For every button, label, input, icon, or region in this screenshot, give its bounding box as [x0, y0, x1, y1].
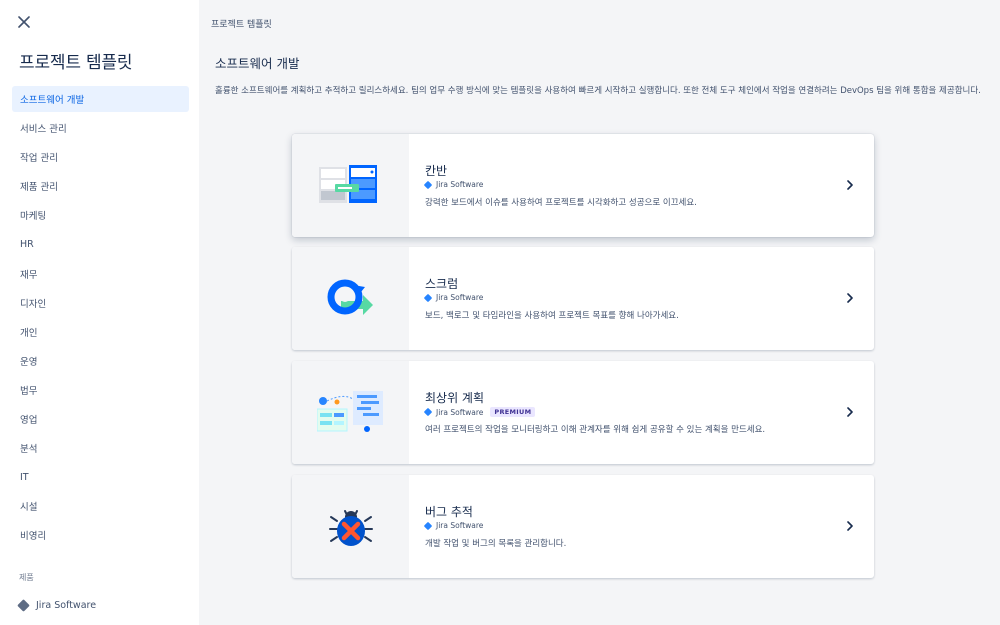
nav-item-sales[interactable]: 영업 — [12, 406, 189, 432]
jira-logo-icon — [423, 521, 433, 530]
chevron-right-icon — [844, 519, 856, 533]
page-title: 소프트웨어 개발 — [215, 56, 300, 71]
nav-item-work-management[interactable]: 작업 관리 — [12, 144, 189, 170]
chevron-right-icon — [844, 405, 856, 419]
card-description: 개발 작업 및 버그의 목록을 관리합니다. — [425, 539, 567, 549]
sidebar: 프로젝트 템플릿 소프트웨어 개발 서비스 관리 작업 관리 제품 관리 마케팅… — [0, 0, 199, 625]
nav-item-facilities[interactable]: 시설 — [12, 493, 189, 519]
products-heading: 제품 — [19, 573, 34, 582]
nav-item-software-development[interactable]: 소프트웨어 개발 — [12, 86, 189, 112]
category-nav: 소프트웨어 개발 서비스 관리 작업 관리 제품 관리 마케팅 HR 재무 디자… — [12, 86, 189, 552]
page-description: 훌륭한 소프트웨어를 계획하고 추적하고 릴리스하세요. 팀의 업무 수행 방식… — [215, 86, 981, 96]
breadcrumb[interactable]: 프로젝트 템플릿 — [211, 17, 272, 30]
card-title: 버그 추적 — [425, 505, 473, 519]
card-description: 보드, 백로그 및 타임라인을 사용하여 프로젝트 목표를 향해 나아가세요. — [425, 311, 679, 321]
nav-item-operations[interactable]: 운영 — [12, 348, 189, 374]
card-illustration — [292, 247, 409, 350]
nav-item-product-management[interactable]: 제품 관리 — [12, 173, 189, 199]
chevron-right-icon — [844, 178, 856, 192]
nav-item-service-management[interactable]: 서비스 관리 — [12, 115, 189, 141]
sidebar-title: 프로젝트 템플릿 — [19, 53, 133, 73]
top-level-plan-icon — [316, 390, 383, 432]
jira-logo-icon — [423, 293, 433, 302]
template-card-top-level-planning[interactable]: 최상위 계획 Jira Software PREMIUM 여러 프로젝트의 작업… — [292, 361, 874, 464]
nav-item-it[interactable]: IT — [12, 464, 189, 490]
nav-item-hr[interactable]: HR — [12, 231, 189, 257]
template-card-kanban[interactable]: 칸반 Jira Software 강력한 보드에서 이슈를 사용하여 프로젝트를… — [292, 134, 874, 237]
product-label: Jira Software — [36, 600, 97, 611]
card-product: Jira Software — [423, 521, 484, 530]
card-product-label: Jira Software — [436, 521, 484, 530]
nav-item-nonprofit[interactable]: 비영리 — [12, 522, 189, 548]
product-jira-software[interactable]: Jira Software — [17, 599, 97, 612]
card-title: 칸반 — [425, 164, 448, 178]
template-card-bug-tracking[interactable]: 버그 추적 Jira Software 개발 작업 및 버그의 목록을 관리합니… — [292, 475, 874, 578]
jira-logo-icon — [17, 599, 30, 612]
chevron-right-icon — [844, 291, 856, 305]
close-button[interactable] — [14, 12, 34, 32]
nav-item-legal[interactable]: 법무 — [12, 377, 189, 403]
bug-tracking-icon — [328, 509, 373, 546]
jira-logo-icon — [423, 407, 433, 417]
template-card-scrum[interactable]: 스크럼 Jira Software 보드, 백로그 및 타임라인을 사용하여 프… — [292, 247, 874, 350]
card-title: 최상위 계획 — [425, 391, 485, 405]
nav-item-personal[interactable]: 개인 — [12, 319, 189, 345]
card-product-label: Jira Software — [436, 293, 484, 302]
nav-item-analytics[interactable]: 분석 — [12, 435, 189, 461]
nav-item-marketing[interactable]: 마케팅 — [12, 202, 189, 228]
card-product: Jira Software — [423, 293, 484, 302]
close-icon — [18, 16, 30, 28]
card-product-label: Jira Software — [436, 180, 484, 189]
card-title: 스크럼 — [425, 277, 459, 291]
nav-item-design[interactable]: 디자인 — [12, 290, 189, 316]
card-product: Jira Software PREMIUM — [423, 407, 536, 417]
card-illustration — [292, 361, 409, 464]
premium-badge: PREMIUM — [490, 407, 536, 417]
jira-logo-icon — [423, 180, 433, 189]
card-description: 여러 프로젝트의 작업을 모니터링하고 이해 관계자를 위해 쉽게 공유할 수 … — [425, 425, 766, 435]
card-illustration — [292, 134, 409, 237]
nav-item-finance[interactable]: 재무 — [12, 261, 189, 287]
card-illustration — [292, 475, 409, 578]
card-description: 강력한 보드에서 이슈를 사용하여 프로젝트를 시각화하고 성공으로 이끄세요. — [425, 198, 697, 208]
card-product: Jira Software — [423, 180, 484, 189]
scrum-cycle-icon — [327, 279, 373, 315]
kanban-board-icon — [318, 164, 377, 203]
card-product-label: Jira Software — [436, 407, 484, 417]
